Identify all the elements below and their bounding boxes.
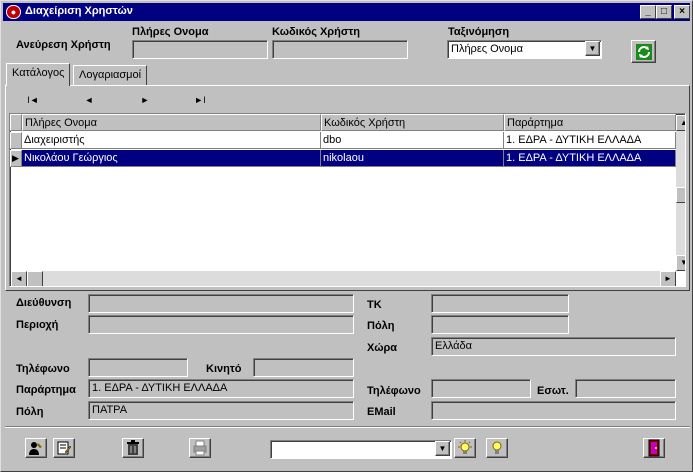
edit-user-button[interactable] <box>25 438 47 458</box>
table-row-cell[interactable]: nikolaou <box>321 150 504 167</box>
table-row-cell[interactable]: 1. ΕΔΡΑ - ΔΥΤΙΚΗ ΕΛΛΑΔΑ <box>504 132 676 149</box>
city-label: Πόλη <box>367 320 395 332</box>
area-field[interactable] <box>88 315 354 334</box>
bulb-on-icon <box>458 440 472 454</box>
branch-field[interactable]: 1. ΕΔΡΑ - ΔΥΤΙΚΗ ΕΛΛΑΔΑ <box>88 379 354 398</box>
users-grid[interactable]: Πλήρες Ονομα Κωδικός Χρήστη Παράρτημα Δι… <box>9 113 686 287</box>
phone-field[interactable] <box>88 358 188 377</box>
bulb-icon <box>492 441 502 454</box>
phone-label: Τηλέφωνο <box>16 363 70 375</box>
code-search-label: Κωδικός Χρήστη <box>272 26 360 38</box>
refresh-button[interactable] <box>631 40 656 63</box>
row-indicator <box>10 132 22 149</box>
table-row-cell[interactable]: dbo <box>321 132 504 149</box>
sort-label: Ταξινόμηση <box>448 26 510 38</box>
branch-label: Παράρτημα <box>16 384 76 396</box>
exit-door-icon <box>648 439 660 457</box>
branch-city-label: Πόλη <box>16 406 44 418</box>
table-row-cell[interactable]: Διαχειριστής <box>22 132 321 149</box>
delete-button[interactable] <box>122 438 144 458</box>
branch-phone-field[interactable] <box>431 379 531 398</box>
edit-user-icon <box>29 442 42 455</box>
scroll-left-icon[interactable]: ◄ <box>11 271 27 286</box>
refresh-icon <box>635 43 652 60</box>
tab-accounts[interactable]: Λογαριασμοί <box>73 65 148 85</box>
chevron-down-icon[interactable]: ▼ <box>435 441 450 456</box>
prev-record-button[interactable]: ◄ <box>75 93 103 107</box>
first-record-button[interactable]: I◄ <box>19 93 47 107</box>
address-label: Διεύθυνση <box>16 297 72 309</box>
action-select[interactable]: ▼ <box>270 440 452 459</box>
trash-icon <box>127 440 139 455</box>
code-search-input[interactable] <box>272 40 408 59</box>
country-field[interactable]: Ελλάδα <box>431 337 676 356</box>
toolbar-separator <box>5 426 690 428</box>
column-header-branch[interactable]: Παράρτημα <box>504 114 676 131</box>
current-row-pointer-icon: ▶ <box>10 150 22 167</box>
close-button[interactable]: × <box>674 5 690 19</box>
window-title: Διαχείριση Χρηστών <box>25 5 133 17</box>
fullname-search-label: Πλήρες Ονομα <box>132 26 209 38</box>
sort-select-value: Πλήρες Ονομα <box>451 43 523 55</box>
table-row-cell[interactable]: Νικολάου Γεώργιος <box>22 150 321 167</box>
area-label: Περιοχή <box>16 319 59 331</box>
window: ● Διαχείριση Χρηστών _ □ × Ανεύρεση Χρήσ… <box>0 0 693 472</box>
table-row-cell[interactable]: 1. ΕΔΡΑ - ΔΥΤΙΚΗ ΕΛΛΑΔΑ <box>504 150 676 167</box>
horizontal-scrollbar[interactable]: ◄ ► <box>11 271 676 286</box>
fullname-search-input[interactable] <box>132 40 268 59</box>
ext-label: Εσωτ. <box>537 385 569 397</box>
app-logo-icon: ● <box>6 5 21 19</box>
scroll-thumb[interactable] <box>676 187 685 203</box>
scroll-h-thumb[interactable] <box>27 271 43 286</box>
maximize-button[interactable]: □ <box>656 5 672 19</box>
address-field[interactable] <box>88 294 354 313</box>
mobile-label: Κινητό <box>206 363 242 375</box>
branch-city-field[interactable]: ΠΑΤΡΑ <box>88 401 354 420</box>
edit-note-button[interactable] <box>53 438 75 458</box>
search-label: Ανεύρεση Χρήστη <box>16 39 111 51</box>
next-record-button[interactable]: ► <box>131 93 159 107</box>
print-button[interactable] <box>189 438 211 458</box>
sort-select[interactable]: Πλήρες Ονομα ▼ <box>447 40 602 59</box>
email-field[interactable] <box>431 401 676 420</box>
scroll-right-icon[interactable]: ► <box>660 271 676 286</box>
bulb-button[interactable] <box>486 438 508 458</box>
chevron-down-icon[interactable]: ▼ <box>585 41 600 56</box>
minimize-button[interactable]: _ <box>640 5 656 19</box>
email-label: EMail <box>367 406 396 418</box>
grid-indicator-header <box>10 114 22 131</box>
last-record-button[interactable]: ►I <box>186 93 214 107</box>
exit-button[interactable] <box>643 438 665 458</box>
city-field[interactable] <box>431 315 569 334</box>
tab-catalog[interactable]: Κατάλογος <box>6 63 71 86</box>
mobile-field[interactable] <box>253 358 354 377</box>
scroll-down-icon[interactable]: ▼ <box>676 255 685 271</box>
zip-field[interactable] <box>431 294 569 313</box>
column-header-code[interactable]: Κωδικός Χρήστη <box>321 114 504 131</box>
country-label: Χώρα <box>367 342 398 354</box>
column-header-fullname[interactable]: Πλήρες Ονομα <box>22 114 321 131</box>
printer-icon <box>193 440 207 456</box>
title-bar[interactable]: ● Διαχείριση Χρηστών _ □ × <box>3 3 690 21</box>
edit-note-icon <box>57 441 72 455</box>
scroll-up-icon[interactable]: ▲ <box>676 115 685 131</box>
vertical-scrollbar[interactable]: ▲ ▼ <box>676 115 685 271</box>
branch-phone-label: Τηλέφωνο <box>367 385 421 397</box>
ext-field[interactable] <box>575 379 676 398</box>
zip-label: ΤΚ <box>367 299 382 311</box>
bulb-on-button[interactable] <box>454 438 476 458</box>
